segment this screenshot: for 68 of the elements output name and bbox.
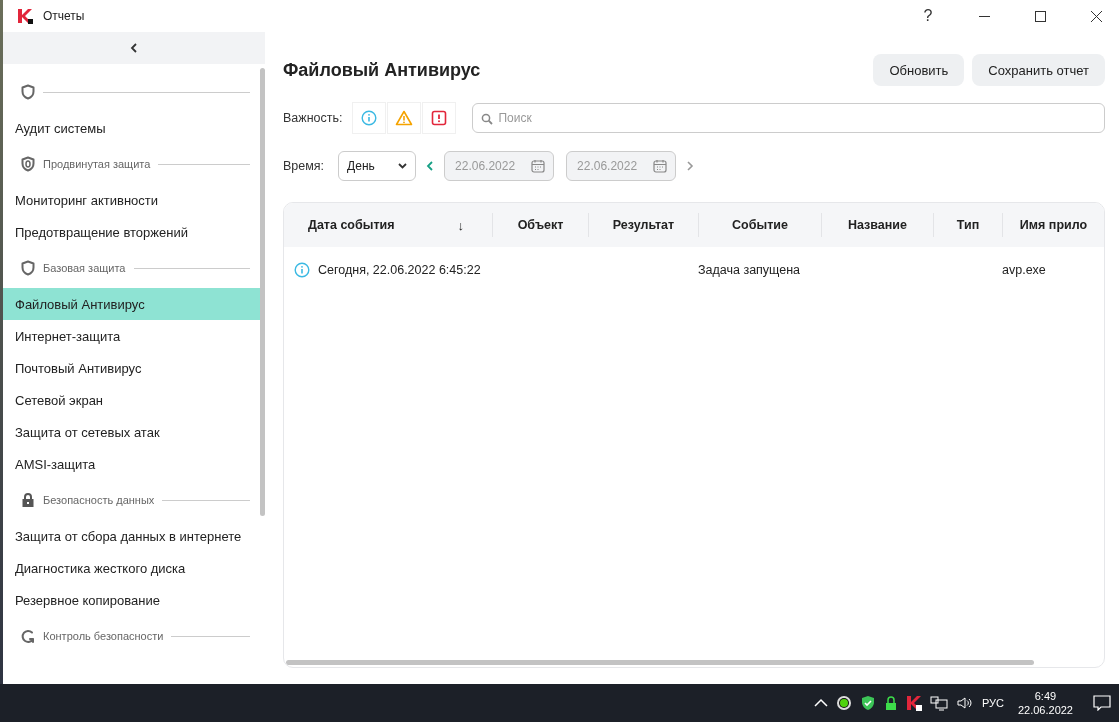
chevron-left-icon (130, 43, 138, 53)
period-dropdown[interactable]: День (338, 151, 417, 181)
chevron-up-icon[interactable] (813, 698, 828, 708)
column-header[interactable]: Имя прило (1002, 213, 1104, 237)
chevron-down-icon (398, 163, 408, 169)
window-title: Отчеты (43, 9, 86, 23)
info-icon (294, 262, 310, 278)
sidebar-item[interactable]: Файловый Антивирус (3, 288, 260, 320)
page-title: Файловый Антивирус (283, 59, 482, 81)
app-logo-icon (17, 8, 33, 24)
shield-check-icon[interactable] (859, 695, 876, 711)
search-field[interactable]: Поиск (472, 103, 1105, 133)
sidebar-item[interactable]: Предотвращение вторжений (3, 216, 260, 248)
scrollbar[interactable] (286, 660, 1034, 665)
column-header[interactable]: Название (821, 213, 933, 237)
section-header: Контроль безопасности (43, 630, 164, 642)
shield-icon (21, 84, 35, 100)
status-dot-icon[interactable] (835, 695, 852, 711)
alert-icon (431, 110, 448, 126)
calendar-icon[interactable] (531, 159, 546, 173)
severity-filter-button[interactable] (422, 102, 457, 134)
severity-filter-button[interactable] (352, 102, 387, 134)
info-icon (361, 110, 378, 126)
shield-icon (21, 260, 35, 276)
next-button[interactable] (686, 160, 695, 172)
sidebar-item[interactable]: Диагностика жесткого диска (3, 552, 260, 584)
sidebar-item[interactable]: Почтовый Антивирус (3, 352, 260, 384)
app-logo-icon[interactable] (905, 695, 922, 711)
scrollbar[interactable] (260, 68, 265, 516)
save-report-button[interactable]: Сохранить отчет (972, 54, 1105, 86)
sidebar-item[interactable]: Защита от сетевых атак (3, 416, 260, 448)
section-header: Базовая защита (43, 262, 126, 274)
table-cell-text: Задача запущена (698, 263, 802, 277)
warning-icon (395, 110, 414, 126)
sidebar-item[interactable]: Сетевой экран (3, 384, 260, 416)
column-header[interactable]: Дата события ↓ (284, 213, 492, 237)
help-button[interactable]: ? (905, 0, 951, 32)
sidebar-item[interactable]: Мониторинг активности (3, 184, 260, 216)
network-lock-icon[interactable] (883, 695, 898, 711)
table-cell-text: avp.exe (1002, 263, 1047, 277)
speaker-icon[interactable] (955, 695, 974, 711)
language-indicator[interactable]: РУС (981, 697, 1004, 709)
shield-icon (21, 156, 35, 172)
column-header[interactable]: Тип (933, 213, 1002, 237)
calendar-icon[interactable] (653, 159, 668, 173)
severity-filter-button[interactable] (387, 102, 422, 134)
column-header[interactable]: Событие (698, 213, 821, 237)
sidebar-item[interactable]: AMSI-защита (3, 448, 260, 480)
clock[interactable]: 6:49 22.06.2022 (1017, 690, 1073, 716)
column-header[interactable]: Объект (492, 213, 588, 237)
table-cell: Сегодня, 22.06.2022 6:45:22 (318, 263, 481, 277)
sidebar-item[interactable]: Аудит системы (3, 112, 260, 144)
refresh-shield-icon (21, 628, 35, 644)
sidebar-item[interactable]: Защита от сбора данных в интернете (3, 520, 260, 552)
time-label: Время: (283, 159, 325, 173)
close-icon (1090, 10, 1102, 22)
column-header[interactable]: Результат (588, 213, 698, 237)
sidebar-item[interactable]: Резервное копирование (3, 584, 260, 616)
network-icon[interactable] (929, 695, 948, 711)
section-header: Продвинутая защита (43, 158, 151, 170)
section-header: Безопасность данных (43, 494, 155, 506)
notification-icon[interactable] (1093, 695, 1111, 711)
refresh-button[interactable]: Обновить (873, 54, 965, 86)
severity-label: Важность: (283, 111, 343, 125)
sidebar-item[interactable]: Интернет-защита (3, 320, 260, 352)
lock-icon (21, 492, 35, 508)
previous-button[interactable] (426, 160, 435, 172)
maximize-icon (1034, 10, 1046, 22)
